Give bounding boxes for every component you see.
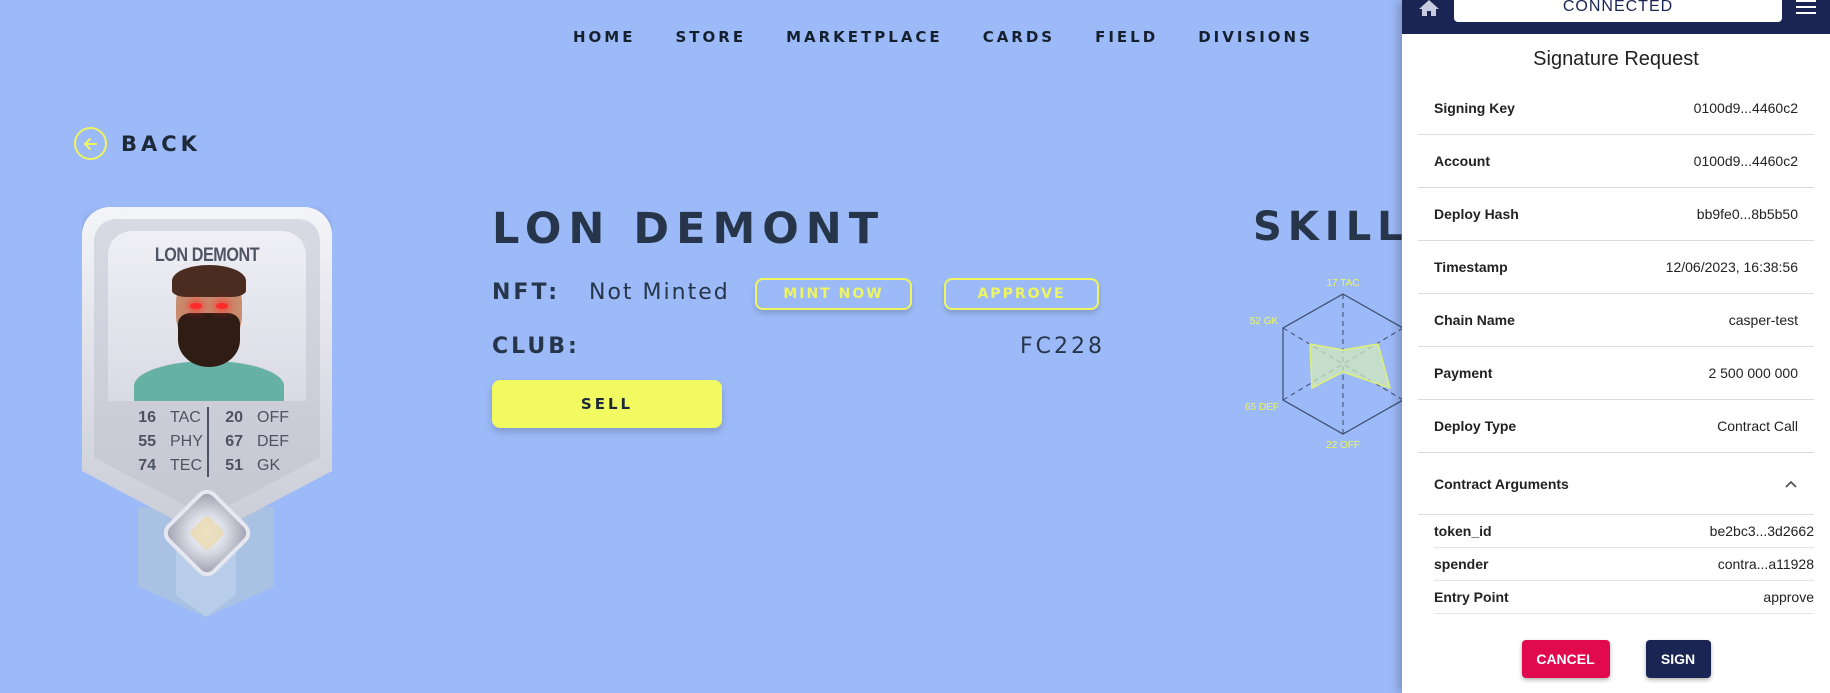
detail-value: 0100d9...4460c2 <box>1693 100 1798 116</box>
argument-value: approve <box>1763 589 1814 605</box>
nav-store[interactable]: STORE <box>675 28 746 46</box>
radar-values <box>1309 343 1392 390</box>
argument-key: Entry Point <box>1434 589 1509 605</box>
stat-value: 20 <box>225 409 243 426</box>
card-stats-left: 16 TAC 55 PHY 74 TEC <box>108 407 207 477</box>
card-stat: 74 TEC <box>134 455 207 477</box>
signature-actions: CANCEL SIGN <box>1402 640 1830 678</box>
nav-cards[interactable]: CARDS <box>983 28 1055 46</box>
radar-label-tac: 17 TAC <box>1327 278 1360 289</box>
player-portrait: LON DEMONT <box>108 231 306 401</box>
main-nav: HOME STORE MARKETPLACE CARDS FIELD DIVIS… <box>573 28 1353 46</box>
stat-value: 16 <box>138 409 156 426</box>
detail-value: casper-test <box>1728 312 1798 328</box>
detail-row: Deploy Hash bb9fe0...8b5b50 <box>1418 188 1814 241</box>
signature-panel: CONNECTED Signature Request Signing Key 0… <box>1402 0 1830 693</box>
argument-value: contra...a11928 <box>1717 556 1814 572</box>
card-player-name: LON DEMONT <box>154 245 260 266</box>
cancel-button[interactable]: CANCEL <box>1521 640 1610 678</box>
card-stat: 20 OFF <box>221 407 306 429</box>
portrait-beard <box>178 313 240 367</box>
sell-button[interactable]: SELL <box>492 380 722 428</box>
argument-value: be2bc3...3d2662 <box>1709 523 1814 539</box>
detail-key: Deploy Hash <box>1434 206 1519 222</box>
connection-status: CONNECTED <box>1454 0 1782 22</box>
card-stats-right: 20 OFF 67 DEF 51 GK <box>207 407 306 477</box>
argument-row: token_id be2bc3...3d2662 <box>1434 515 1814 548</box>
detail-row: Chain Name casper-test <box>1418 294 1814 347</box>
stat-value: 74 <box>138 457 156 474</box>
argument-row: Entry Point approve <box>1434 581 1814 614</box>
radar-label-def: 65 DEF <box>1245 402 1279 413</box>
back-label: BACK <box>121 131 201 156</box>
card-stat: 16 TAC <box>134 407 207 429</box>
detail-key: Signing Key <box>1434 100 1515 116</box>
argument-key: spender <box>1434 556 1489 572</box>
detail-key: Chain Name <box>1434 312 1515 328</box>
portrait-eye-left <box>190 303 202 309</box>
stat-value: 51 <box>225 457 243 474</box>
nav-marketplace[interactable]: MARKETPLACE <box>786 28 943 46</box>
stat-label: GK <box>257 457 281 474</box>
stat-label: PHY <box>170 433 203 450</box>
arrow-left-icon <box>74 127 107 160</box>
detail-value: 2 500 000 000 <box>1708 365 1798 381</box>
detail-value: bb9fe0...8b5b50 <box>1696 206 1798 222</box>
card-stat: 67 DEF <box>221 431 306 453</box>
detail-row: Signing Key 0100d9...4460c2 <box>1418 82 1814 135</box>
panel-title: Signature Request <box>1533 48 1699 70</box>
deploy-details: Signing Key 0100d9...4460c2 Account 0100d9… <box>1418 82 1814 515</box>
nav-divisions[interactable]: DIVISIONS <box>1198 28 1313 46</box>
player-card: LON DEMONT 16 TAC 55 PHY 74 TEC 20 OFF 67 DEF… <box>82 207 332 617</box>
nft-status: Not Minted <box>589 280 730 305</box>
contract-arguments-toggle[interactable]: Contract Arguments <box>1418 453 1814 515</box>
sign-button[interactable]: SIGN <box>1645 640 1711 678</box>
menu-icon[interactable] <box>1796 0 1816 14</box>
portrait-eye-right <box>216 303 228 309</box>
detail-key: Timestamp <box>1434 259 1508 275</box>
portrait-shirt <box>134 361 284 401</box>
card-stats: 16 TAC 55 PHY 74 TEC 20 OFF 67 DEF 51 GK <box>108 407 306 477</box>
stat-value: 55 <box>138 433 156 450</box>
skills-radar-chart: 17 TAC 52 GK 65 DEF 22 OFF <box>1245 278 1404 451</box>
mint-now-button[interactable]: MINT NOW <box>755 278 912 310</box>
detail-value: 12/06/2023, 16:38:56 <box>1665 259 1798 275</box>
nav-field[interactable]: FIELD <box>1095 28 1158 46</box>
stat-label: DEF <box>257 433 289 450</box>
card-stat: 55 PHY <box>134 431 207 453</box>
radar-label-off: 22 OFF <box>1326 440 1360 451</box>
stat-label: TEC <box>170 457 202 474</box>
player-name: LON DEMONT <box>492 204 886 254</box>
back-button[interactable]: BACK <box>74 127 201 160</box>
club-label: CLUB: <box>492 334 580 359</box>
chevron-up-icon <box>1785 480 1797 488</box>
portrait-hair <box>172 265 246 297</box>
approve-button[interactable]: APPROVE <box>944 278 1099 310</box>
detail-key: Payment <box>1434 365 1493 381</box>
nft-label: NFT: <box>492 280 561 305</box>
detail-key: Account <box>1434 153 1490 169</box>
detail-value: 0100d9...4460c2 <box>1693 153 1798 169</box>
stat-label: TAC <box>170 409 201 426</box>
home-icon[interactable] <box>1418 0 1440 16</box>
detail-row: Account 0100d9...4460c2 <box>1418 135 1814 188</box>
detail-row: Payment 2 500 000 000 <box>1418 347 1814 400</box>
wallet-header: CONNECTED <box>1402 0 1830 34</box>
detail-key: Deploy Type <box>1434 418 1517 434</box>
card-body: LON DEMONT 16 TAC 55 PHY 74 TEC 20 OFF 67 DEF… <box>94 219 320 517</box>
stat-value: 67 <box>225 433 243 450</box>
detail-value: Contract Call <box>1717 418 1798 434</box>
radar-label-gk: 52 GK <box>1250 316 1279 327</box>
argument-row: spender contra...a11928 <box>1434 548 1814 581</box>
contract-arguments-list: token_id be2bc3...3d2662 spender contra...… <box>1434 515 1814 614</box>
contract-arguments-title: Contract Arguments <box>1434 475 1569 492</box>
detail-row: Timestamp 12/06/2023, 16:38:56 <box>1418 241 1814 294</box>
stat-label: OFF <box>257 409 289 426</box>
club-value: FC228 <box>1020 334 1106 359</box>
argument-key: token_id <box>1434 523 1492 539</box>
nav-home[interactable]: HOME <box>573 28 635 46</box>
detail-row: Deploy Type Contract Call <box>1418 400 1814 453</box>
